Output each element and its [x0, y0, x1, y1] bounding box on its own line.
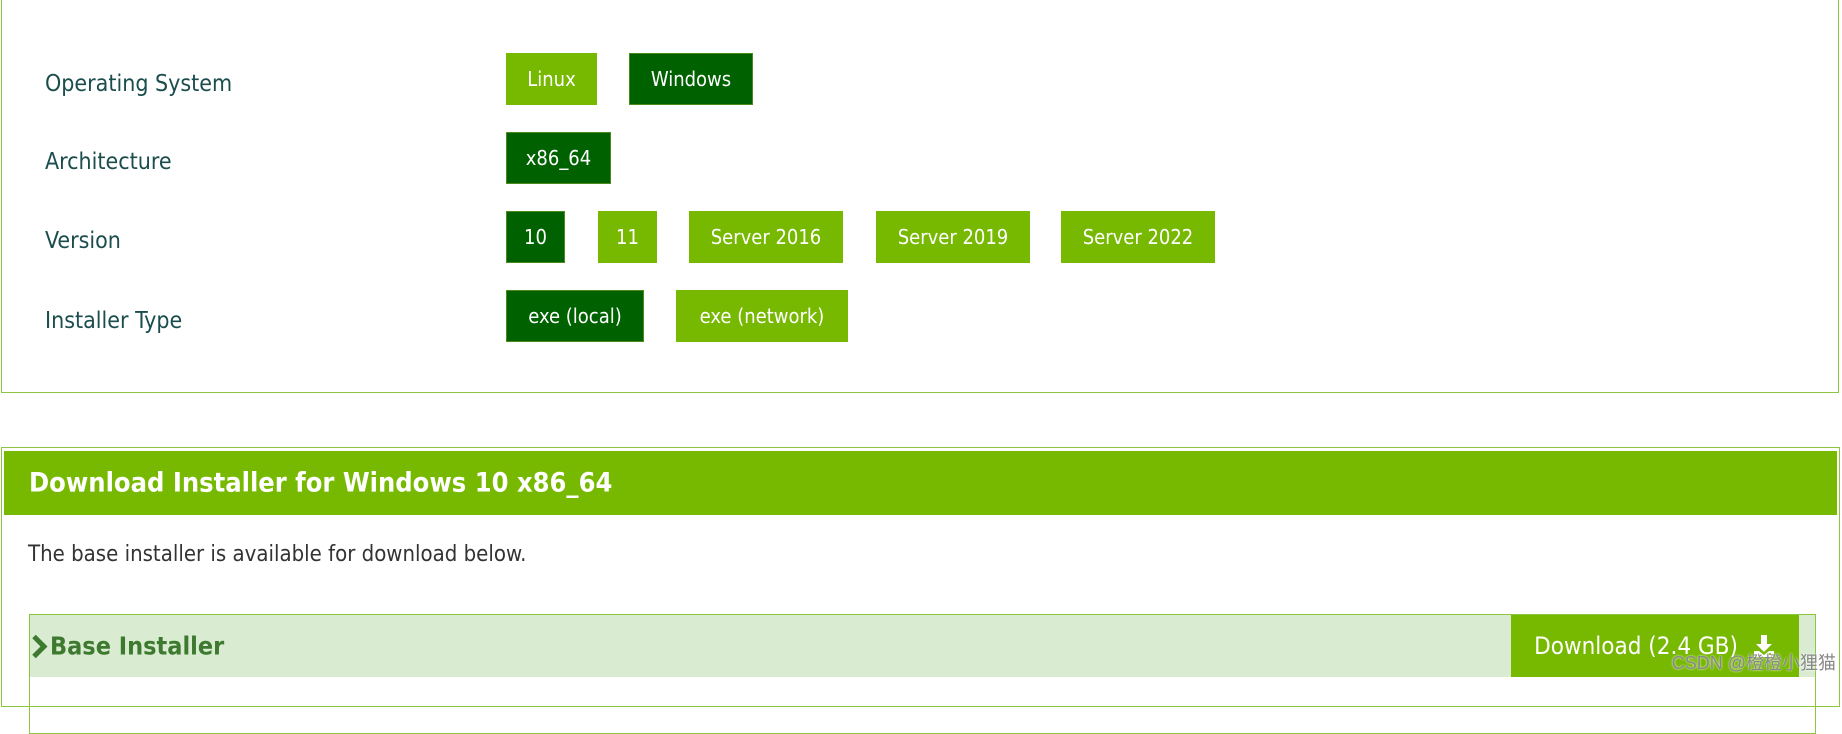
watermark: CSDN @橙橙小狸猫 [1671, 653, 1836, 673]
base-installer-section: Base Installer Download (2.4 GB) [29, 614, 1816, 734]
option-version-11[interactable]: 11 [598, 211, 657, 263]
base-installer-header[interactable]: Base Installer Download (2.4 GB) [30, 615, 1815, 677]
row-label-os: Operating System [45, 71, 233, 97]
row-label-installer-type: Installer Type [45, 308, 183, 334]
chevron-right-icon [32, 634, 48, 658]
download-panel: Download Installer for Windows 10 x86_64… [1, 447, 1840, 734]
download-title: Download Installer for Windows 10 x86_64 [29, 467, 613, 499]
option-windows[interactable]: Windows [629, 53, 753, 105]
base-installer-title: Base Installer [50, 631, 225, 661]
download-header: Download Installer for Windows 10 x86_64 [4, 451, 1837, 515]
installer-selector: Operating System Architecture Version In… [1, 0, 1839, 393]
option-server-2019[interactable]: Server 2019 [876, 211, 1030, 263]
option-x86-64[interactable]: x86_64 [506, 132, 611, 184]
row-label-version: Version [45, 228, 121, 254]
option-linux[interactable]: Linux [506, 53, 597, 105]
option-version-10[interactable]: 10 [506, 211, 565, 263]
option-exe-local[interactable]: exe (local) [506, 290, 644, 342]
option-exe-network[interactable]: exe (network) [676, 290, 848, 342]
row-label-architecture: Architecture [45, 149, 172, 175]
option-server-2016[interactable]: Server 2016 [689, 211, 843, 263]
option-server-2022[interactable]: Server 2022 [1061, 211, 1215, 263]
download-description: The base installer is available for down… [28, 542, 527, 567]
